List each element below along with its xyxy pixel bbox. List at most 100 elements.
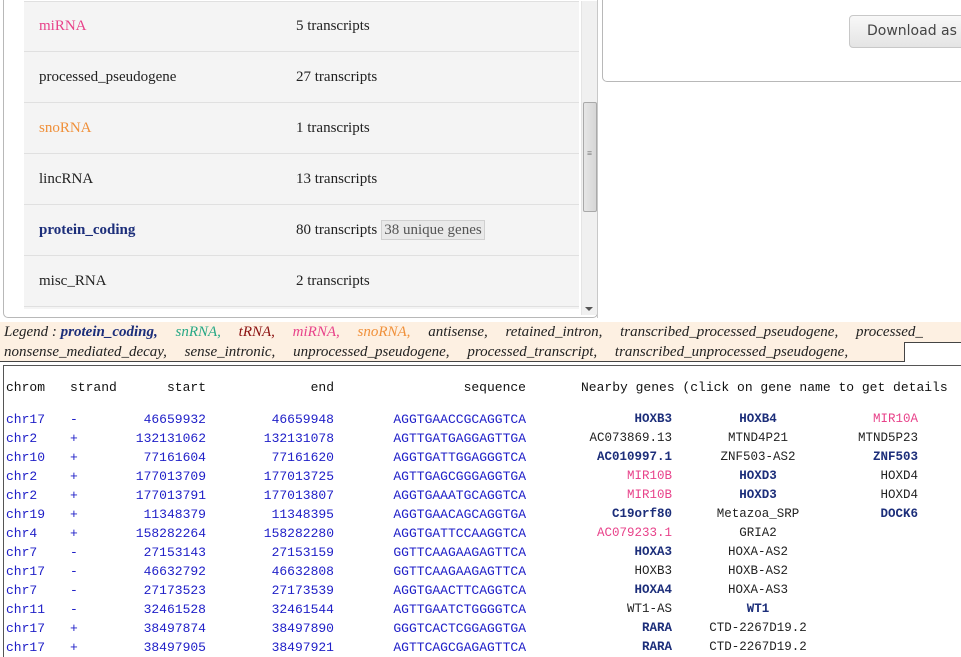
cell-end: 27153159 <box>271 545 334 560</box>
biotype-scrollbar[interactable]: ≡ <box>581 1 597 315</box>
cell-end: 132131078 <box>263 431 334 446</box>
gene-link[interactable]: RARA <box>564 621 672 635</box>
biotype-name[interactable]: processed_pseudogene <box>24 69 296 86</box>
gene-link[interactable]: MIR10B <box>564 469 672 483</box>
cell-end: 46632808 <box>271 564 334 579</box>
gene-link[interactable]: HOXB3 <box>564 564 672 578</box>
biotype-name[interactable]: miRNA <box>24 18 296 35</box>
gene-link[interactable]: HOXA-AS2 <box>694 545 822 559</box>
header-sequence[interactable]: sequence <box>384 380 526 395</box>
biotype-row[interactable]: lincRNA 13 transcripts <box>24 154 579 205</box>
transcript-count: 80 transcripts <box>296 221 378 238</box>
gene-link[interactable]: MTND5P23 <box>824 431 918 445</box>
scroll-thumb[interactable]: ≡ <box>583 102 597 212</box>
cell-sequence: AGGTGAACCGCAGGTCA <box>393 412 526 427</box>
header-nearby-genes: Nearby genes (click on gene name to get … <box>581 380 948 395</box>
gene-link[interactable]: AC073869.13 <box>564 431 672 445</box>
header-chrom[interactable]: chrom <box>6 380 45 395</box>
gene-link[interactable]: C19orf80 <box>564 507 672 521</box>
legend-corner <box>905 342 961 363</box>
gene-link[interactable]: HOXA-AS3 <box>694 583 822 597</box>
gene-link[interactable]: HOXD4 <box>824 469 918 483</box>
cell-strand: + <box>70 621 78 636</box>
cell-end: 46659948 <box>271 412 334 427</box>
result-row: chr4 +158282264 158282280 AGGTGATTCCAAGGTCA… <box>4 526 961 545</box>
cell-end: 177013725 <box>263 469 334 484</box>
biotype-row[interactable]: miRNA 5 transcripts <box>24 1 579 52</box>
cell-end: 27173539 <box>271 583 334 598</box>
gene-link[interactable]: RARA <box>564 640 672 654</box>
cell-sequence: AGGTGAACTTCAGGTCA <box>393 583 526 598</box>
gene-link[interactable]: CTD-2267D19.2 <box>694 621 822 635</box>
cell-start: 177013791 <box>135 488 206 503</box>
cell-chrom: chr17 <box>6 621 46 636</box>
biotype-count: 2 transcripts <box>296 273 370 290</box>
biotype-name[interactable]: misc_RNA <box>24 273 296 290</box>
cell-start: 38497874 <box>143 621 206 636</box>
biotype-list[interactable]: miRNA 5 transcripts processed_pseudogene 27… <box>24 1 579 309</box>
cell-sequence: AGTTCAGCGAGAGTTCA <box>393 640 526 655</box>
gene-link[interactable]: HOXA3 <box>564 545 672 559</box>
biotype-name[interactable]: snoRNA <box>24 120 296 137</box>
gene-link[interactable]: ZNF503-AS2 <box>694 450 822 464</box>
result-row: chr2 +177013791 177013807 AGGTGAAATGCAGGTCA… <box>4 488 961 507</box>
result-row: chr17 - 46632792 46632808 GGTTCAAGAAGAGTTCA H… <box>4 564 961 583</box>
transcript-count: 1 transcripts <box>296 119 370 136</box>
cell-strand: + <box>70 526 78 541</box>
biotype-count: 1 transcripts <box>296 120 370 137</box>
gene-link[interactable]: HOXB4 <box>694 412 822 426</box>
cell-chrom: chr7 <box>6 583 38 598</box>
gene-link[interactable]: MIR10B <box>564 488 672 502</box>
gene-link[interactable]: Metazoa_SRP <box>694 507 822 521</box>
cell-end: 38497890 <box>271 621 334 636</box>
biotype-name[interactable]: lincRNA <box>24 171 296 188</box>
cell-sequence: AGTTGATGAGGAGTTGA <box>393 431 526 446</box>
cell-start: 177013709 <box>135 469 206 484</box>
cell-sequence: GGTTCAAGAAGAGTTCA <box>393 545 526 560</box>
biotype-count: 13 transcripts <box>296 171 377 188</box>
gene-link[interactable]: HOXA4 <box>564 583 672 597</box>
cell-end: 177013807 <box>263 488 334 503</box>
gene-link[interactable]: AC010997.1 <box>564 450 672 464</box>
biotype-count: 27 transcripts <box>296 69 377 86</box>
biotype-row[interactable]: processed_pseudogene 27 transcripts <box>24 52 579 103</box>
gene-link[interactable]: AC079233.1 <box>564 526 672 540</box>
download-as-button[interactable]: Download as <box>849 15 961 48</box>
gene-link[interactable]: CTD-2267D19.2 <box>694 640 822 654</box>
gene-link[interactable]: HOXB-AS2 <box>694 564 822 578</box>
cell-start: 38497905 <box>143 640 206 655</box>
gene-link[interactable]: HOXD3 <box>694 469 822 483</box>
biotype-panel: miRNA 5 transcripts processed_pseudogene 27… <box>3 0 598 318</box>
cell-strand: - <box>70 602 78 617</box>
result-row: chr17 +38497874 38497890 GGGTCACTCGGAGGTGA R… <box>4 621 961 640</box>
legend-item: snoRNA, <box>357 324 411 340</box>
biotype-name[interactable]: protein_coding <box>24 222 296 239</box>
cell-chrom: chr11 <box>6 602 46 617</box>
header-start[interactable]: start <box>114 380 206 395</box>
legend-item: antisense, <box>428 324 488 340</box>
legend-item: processed_transcript, <box>467 344 598 360</box>
biotype-row[interactable]: misc_RNA 2 transcripts <box>24 256 579 307</box>
cell-sequence: GGGTCACTCGGAGGTGA <box>393 621 526 636</box>
gene-link[interactable]: WT1 <box>694 602 822 616</box>
scroll-down-arrow-icon[interactable] <box>585 307 593 311</box>
gene-link[interactable]: WT1-AS <box>564 602 672 616</box>
biotype-row[interactable]: snoRNA 1 transcripts <box>24 103 579 154</box>
gene-link[interactable]: HOXD4 <box>824 488 918 502</box>
cell-end: 158282280 <box>263 526 334 541</box>
gene-link[interactable]: HOXD3 <box>694 488 822 502</box>
gene-link[interactable]: HOXB3 <box>564 412 672 426</box>
result-row: chr7 - 27153143 27153159 GGTTCAAGAAGAGTTCA HO… <box>4 545 961 564</box>
header-strand[interactable]: strand <box>70 380 117 395</box>
biotype-row[interactable]: protein_coding 80 transcripts 38 unique ge… <box>24 205 579 256</box>
gene-link[interactable]: DOCK6 <box>824 507 918 521</box>
cell-chrom: chr17 <box>6 412 46 427</box>
gene-link[interactable]: MTND4P21 <box>694 431 822 445</box>
gene-link[interactable]: GRIA2 <box>694 526 822 540</box>
header-end[interactable]: end <box>244 380 334 395</box>
gene-link[interactable]: MIR10A <box>824 412 918 426</box>
unique-genes-badge[interactable]: 38 unique genes <box>381 220 485 240</box>
result-row: chr17 - 46659932 46659948 AGGTGAACCGCAGGTCA H… <box>4 412 961 431</box>
legend-item: nonsense_mediated_decay, <box>4 344 167 360</box>
gene-link[interactable]: ZNF503 <box>824 450 918 464</box>
